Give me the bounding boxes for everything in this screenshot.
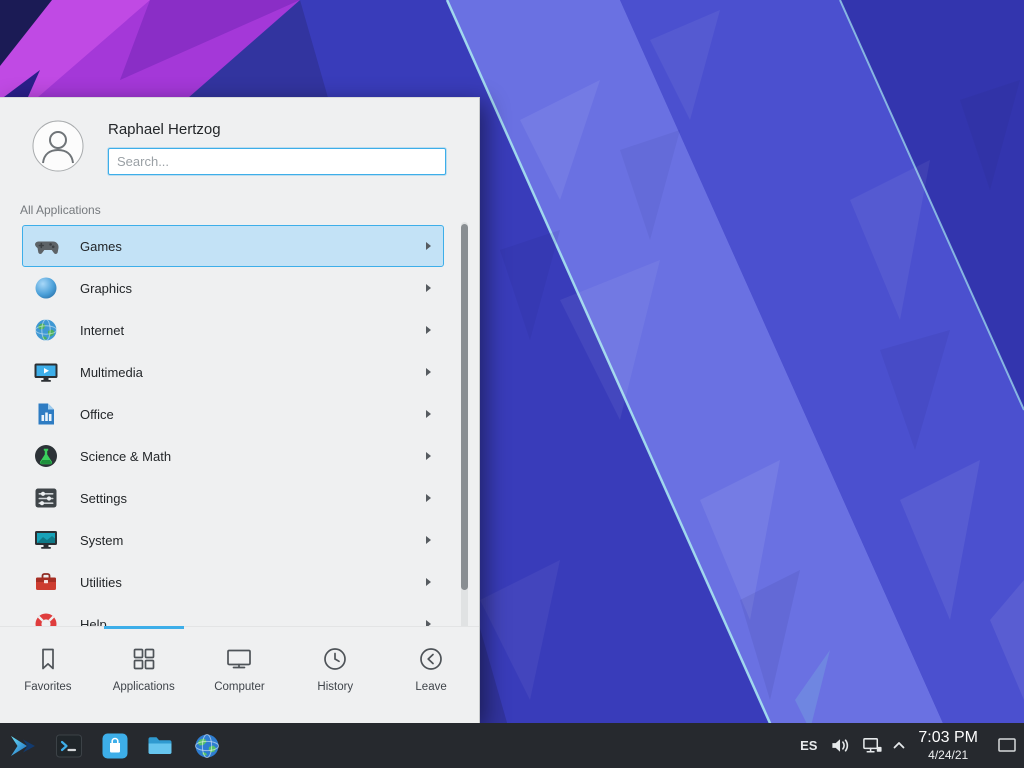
tab-label: Computer bbox=[214, 681, 265, 693]
tab-label: Applications bbox=[113, 681, 175, 693]
category-label: Settings bbox=[80, 491, 127, 506]
tray-expander-chevron-up-icon[interactable] bbox=[892, 739, 906, 751]
file-manager-launcher[interactable] bbox=[146, 731, 176, 761]
submenu-arrow-icon bbox=[426, 368, 431, 376]
section-label: All Applications bbox=[20, 203, 479, 217]
panel-launchers bbox=[0, 731, 222, 761]
category-label: Utilities bbox=[80, 575, 122, 590]
category-item-games[interactable]: Games bbox=[22, 225, 444, 267]
desktop: Raphael Hertzog All Applications Games bbox=[0, 0, 1024, 768]
graphics-icon bbox=[33, 275, 59, 301]
system-icon bbox=[33, 527, 59, 553]
applications-icon bbox=[129, 644, 159, 674]
category-item-system[interactable]: System bbox=[22, 519, 444, 561]
category-label: System bbox=[80, 533, 123, 548]
web-browser-launcher[interactable] bbox=[192, 731, 222, 761]
tab-leave[interactable]: Leave bbox=[383, 627, 479, 723]
category-label: Graphics bbox=[80, 281, 132, 296]
office-icon bbox=[33, 401, 59, 427]
software-center-launcher[interactable] bbox=[100, 731, 130, 761]
submenu-arrow-icon bbox=[426, 326, 431, 334]
application-launcher-menu: Raphael Hertzog All Applications Games bbox=[0, 97, 480, 723]
file-manager-icon bbox=[146, 731, 176, 761]
tab-label: Leave bbox=[415, 681, 446, 693]
user-avatar bbox=[32, 120, 84, 172]
launcher-tab-bar: Favorites Applications bbox=[0, 626, 479, 723]
launcher-header: Raphael Hertzog bbox=[0, 98, 479, 175]
category-item-science-math[interactable]: Science & Math bbox=[22, 435, 444, 477]
computer-icon bbox=[224, 644, 254, 674]
submenu-arrow-icon bbox=[426, 242, 431, 250]
games-icon bbox=[33, 233, 59, 259]
user-name: Raphael Hertzog bbox=[108, 121, 446, 138]
category-item-utilities[interactable]: Utilities bbox=[22, 561, 444, 603]
app-menu-button[interactable] bbox=[8, 731, 38, 761]
science-math-icon bbox=[33, 443, 59, 469]
category-item-settings[interactable]: Settings bbox=[22, 477, 444, 519]
tab-history[interactable]: History bbox=[287, 627, 383, 723]
category-label: Science & Math bbox=[80, 449, 171, 464]
submenu-arrow-icon bbox=[426, 452, 431, 460]
show-desktop-icon bbox=[996, 734, 1018, 756]
category-item-graphics[interactable]: Graphics bbox=[22, 267, 444, 309]
category-label: Internet bbox=[80, 323, 124, 338]
show-desktop-button[interactable] bbox=[996, 734, 1018, 756]
clock-time: 7:03 PM bbox=[918, 729, 978, 747]
keyboard-layout-indicator[interactable]: ES bbox=[800, 738, 817, 753]
scrollbar-thumb[interactable] bbox=[461, 224, 468, 590]
settings-icon bbox=[33, 485, 59, 511]
submenu-arrow-icon bbox=[426, 410, 431, 418]
taskbar-panel: ES 7:03 bbox=[0, 723, 1024, 768]
submenu-arrow-icon bbox=[426, 578, 431, 586]
category-label: Office bbox=[80, 407, 114, 422]
submenu-arrow-icon bbox=[426, 494, 431, 502]
clock-date: 4/24/21 bbox=[918, 748, 978, 762]
tab-applications[interactable]: Applications bbox=[96, 627, 192, 723]
category-label: Games bbox=[80, 239, 122, 254]
terminal-icon bbox=[54, 731, 84, 761]
tab-favorites[interactable]: Favorites bbox=[0, 627, 96, 723]
category-label: Multimedia bbox=[80, 365, 143, 380]
category-item-office[interactable]: Office bbox=[22, 393, 444, 435]
favorites-icon bbox=[33, 644, 63, 674]
terminal-launcher[interactable] bbox=[54, 731, 84, 761]
internet-icon bbox=[33, 317, 59, 343]
search-input[interactable] bbox=[108, 148, 446, 175]
tab-label: Favorites bbox=[24, 681, 71, 693]
app-menu-icon bbox=[8, 731, 38, 761]
digital-clock[interactable]: 7:03 PM 4/24/21 bbox=[918, 729, 978, 761]
volume-icon[interactable] bbox=[830, 735, 851, 756]
tab-computer[interactable]: Computer bbox=[192, 627, 288, 723]
multimedia-icon bbox=[33, 359, 59, 385]
network-icon[interactable] bbox=[862, 735, 883, 756]
active-tab-indicator bbox=[104, 626, 184, 629]
leave-icon bbox=[416, 644, 446, 674]
submenu-arrow-icon bbox=[426, 536, 431, 544]
history-icon bbox=[320, 644, 350, 674]
tab-label: History bbox=[317, 681, 353, 693]
scrollbar-track[interactable] bbox=[461, 222, 468, 631]
category-item-multimedia[interactable]: Multimedia bbox=[22, 351, 444, 393]
software-center-icon bbox=[100, 731, 130, 761]
category-item-internet[interactable]: Internet bbox=[22, 309, 444, 351]
submenu-arrow-icon bbox=[426, 284, 431, 292]
category-list: Games Graphics bbox=[22, 225, 444, 633]
web-browser-icon bbox=[192, 731, 222, 761]
system-tray: ES 7:03 bbox=[800, 729, 1024, 761]
utilities-icon bbox=[33, 569, 59, 595]
